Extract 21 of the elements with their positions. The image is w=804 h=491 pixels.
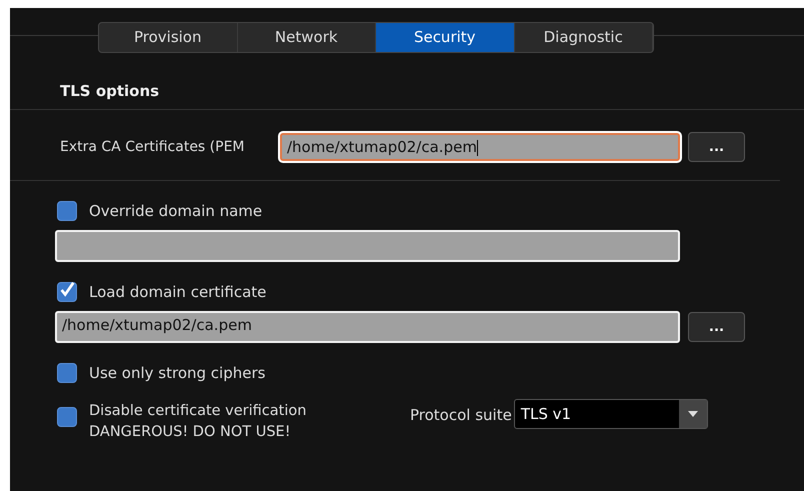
browse-button[interactable]: ... [688, 132, 745, 162]
checkbox-label: Override domain name [89, 202, 262, 220]
checkbox-label: Load domain certificate [89, 283, 266, 301]
checkbox-label: Use only strong ciphers [89, 364, 266, 382]
checkbox[interactable] [57, 407, 77, 427]
browse-button[interactable]: ... [688, 312, 745, 342]
checkbox[interactable] [57, 363, 77, 383]
warning-text: DANGEROUS! DO NOT USE! [89, 424, 292, 440]
tab[interactable]: Diagnostic [514, 23, 653, 52]
checkbox-label: Disable certificate verification [89, 403, 308, 419]
checkbox[interactable] [57, 201, 77, 221]
protocol-dropdown[interactable]: TLS v1 [514, 399, 708, 429]
checkbox[interactable] [57, 282, 77, 302]
tab[interactable]: Security [376, 23, 514, 52]
tab[interactable]: Provision [99, 23, 238, 52]
field-label: Protocol suite [410, 406, 512, 424]
input-field[interactable] [55, 230, 680, 262]
field-label: Extra CA Certificates (PEM [60, 139, 246, 155]
input-field[interactable]: /home/xtumap02/ca.pem [55, 311, 680, 343]
section-title: TLS options [59, 81, 160, 102]
input-field[interactable]: /home/xtumap02/ca.pem [280, 133, 680, 161]
